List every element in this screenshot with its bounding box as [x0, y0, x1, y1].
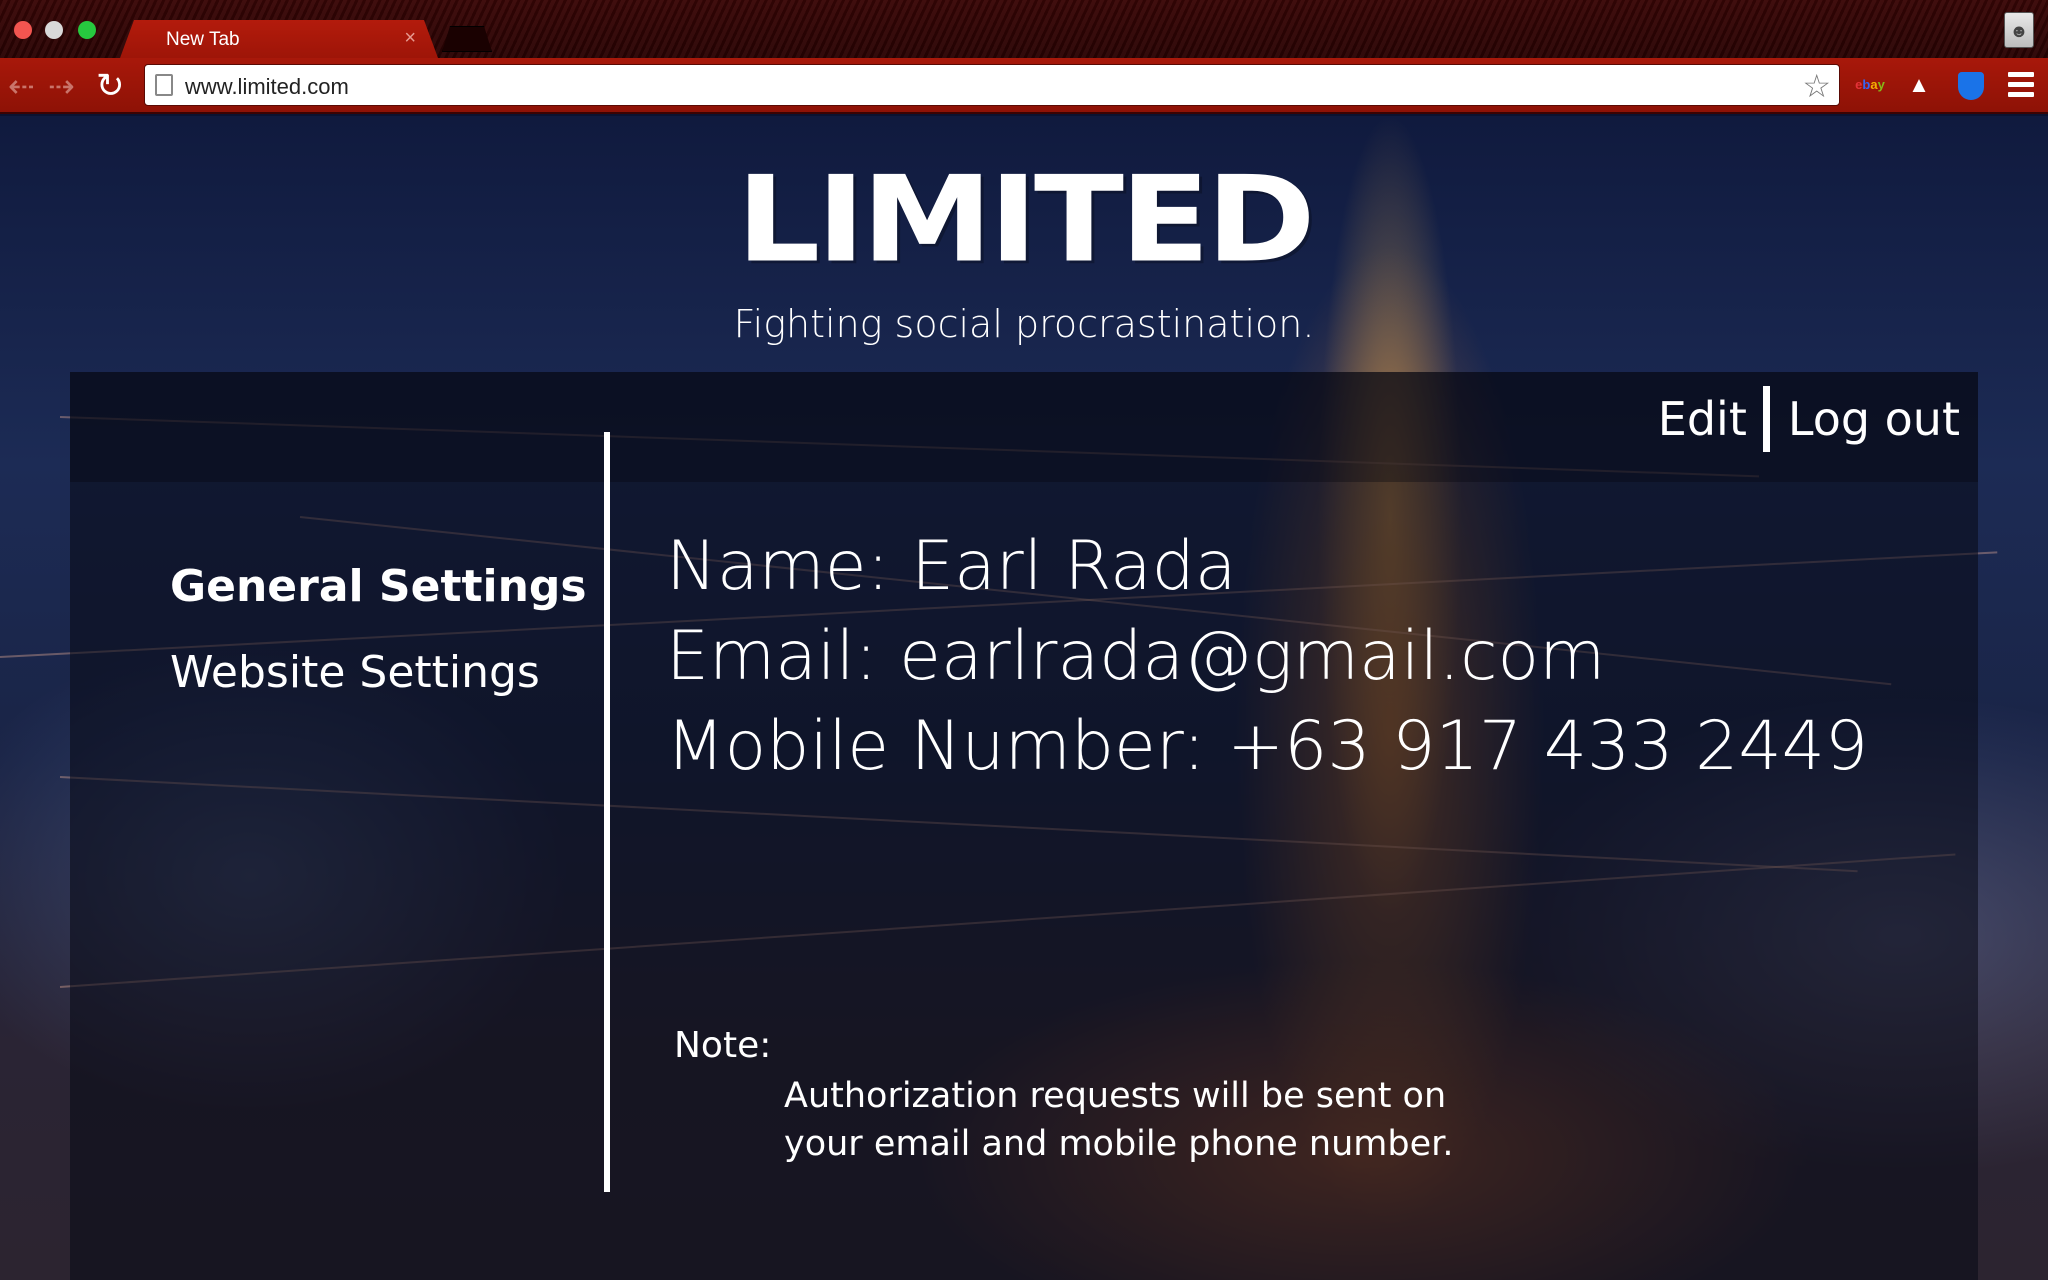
account-links: Edit Log out: [1658, 384, 1960, 454]
page-viewport: LIMITED Fighting social procrastination.…: [0, 116, 2048, 1280]
url-text[interactable]: www.limited.com: [185, 74, 349, 100]
note-line-1: Authorization requests will be sent on: [784, 1076, 1447, 1116]
vertical-divider: [604, 432, 610, 1192]
panel-header: Edit Log out: [70, 372, 1978, 482]
profile-email: Email: earlrada@gmail.com: [666, 617, 1606, 696]
close-window-button[interactable]: [14, 21, 32, 39]
note-section: Note: Authorization requests will be sen…: [674, 1022, 1453, 1166]
back-arrow-icon[interactable]: ⇠: [8, 66, 35, 106]
settings-panel: Edit Log out General Settings Website Se…: [70, 372, 1978, 1280]
menu-icon[interactable]: [2008, 72, 2034, 102]
profile-name: Name: Earl Rada: [666, 527, 1237, 606]
page-icon: [155, 74, 173, 96]
maximize-window-button[interactable]: [78, 21, 96, 39]
settings-sidebar: General Settings Website Settings: [170, 562, 587, 734]
reload-icon[interactable]: ↻: [96, 66, 125, 106]
forward-arrow-icon[interactable]: ⇢: [48, 66, 75, 106]
browser-tab[interactable]: New Tab ×: [120, 20, 438, 58]
sidebar-item-website-settings[interactable]: Website Settings: [170, 648, 587, 698]
new-tab-button[interactable]: [442, 26, 492, 52]
link-divider: [1762, 386, 1770, 452]
edit-link[interactable]: Edit: [1658, 384, 1747, 454]
note-label: Note:: [674, 1025, 772, 1066]
address-bar[interactable]: www.limited.com ☆: [144, 64, 1840, 106]
browser-tab-bar: New Tab × ☻: [0, 0, 2048, 58]
site-logo[interactable]: LIMITED: [0, 157, 2048, 283]
profile-info: Name: Earl Rada Email: earlrada@gmail.co…: [666, 522, 1868, 792]
profile-icon[interactable]: ☻: [2004, 12, 2034, 48]
sidebar-item-general-settings[interactable]: General Settings: [170, 562, 587, 612]
bookmark-star-icon[interactable]: ☆: [1802, 67, 1831, 105]
logout-link[interactable]: Log out: [1788, 384, 1960, 454]
note-line-2: your email and mobile phone number.: [784, 1124, 1454, 1164]
ebay-icon[interactable]: ebay: [1852, 72, 1888, 98]
site-tagline: Fighting social procrastination.: [733, 302, 1315, 346]
triangle-icon[interactable]: ▲: [1904, 72, 1934, 98]
minimize-window-button[interactable]: [45, 21, 63, 39]
profile-mobile: Mobile Number: +63 917 433 2449: [666, 707, 1869, 786]
browser-toolbar: ⇠ ⇢ ↻ www.limited.com ☆ ebay ▲: [0, 58, 2048, 114]
tab-close-icon[interactable]: ×: [404, 27, 416, 50]
tab-title: New Tab: [166, 29, 240, 50]
shield-icon[interactable]: [1958, 72, 1984, 100]
